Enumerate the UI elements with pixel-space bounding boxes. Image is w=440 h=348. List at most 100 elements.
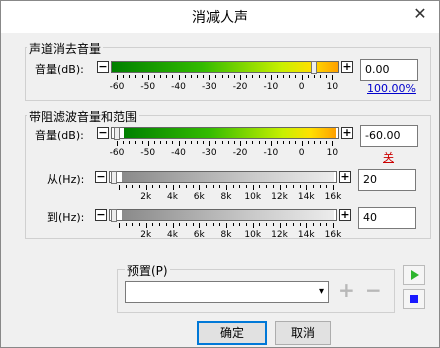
band-volume-label: 音量(dB):	[35, 129, 84, 142]
tick-mark	[119, 223, 120, 228]
tick-mark	[246, 223, 248, 226]
tick-mark	[292, 223, 294, 226]
tick-label: 4k	[167, 230, 178, 240]
tick-mark	[232, 185, 234, 188]
tick-mark	[299, 185, 301, 188]
tick-label: 16k	[324, 192, 342, 202]
tick-mark	[240, 141, 242, 146]
to-hz-input[interactable]: 40	[358, 207, 416, 229]
to-hz-thumb[interactable]	[111, 209, 117, 222]
close-icon[interactable]: ✕	[407, 3, 433, 27]
tick-mark	[178, 141, 180, 146]
tick-mark	[145, 185, 147, 190]
tick-mark	[117, 75, 118, 80]
tick-label: -10	[263, 82, 279, 92]
channel-volume-thumb[interactable]	[311, 61, 318, 74]
to-decrease-button[interactable]: −	[95, 209, 107, 221]
to-hz-label: 到(Hz):	[47, 211, 85, 224]
band-decrease-button[interactable]: −	[97, 127, 109, 139]
tick-mark	[153, 141, 155, 144]
tick-label: -30	[201, 148, 217, 158]
band-volume-thumb[interactable]	[114, 127, 121, 140]
tick-label: 2k	[140, 230, 152, 240]
from-increase-button[interactable]: +	[339, 171, 351, 183]
from-decrease-button[interactable]: −	[95, 171, 107, 183]
tick-mark	[233, 75, 235, 78]
tick-mark	[209, 141, 211, 146]
stop-preview-button[interactable]	[403, 289, 425, 309]
tick-mark	[226, 185, 227, 190]
tick-mark	[192, 223, 194, 226]
tick-mark	[199, 223, 201, 228]
tick-mark	[270, 75, 272, 80]
preset-dropdown[interactable]: ▾	[125, 281, 329, 303]
ok-button[interactable]: 确定	[197, 321, 267, 345]
tick-mark	[132, 185, 134, 188]
stop-icon	[410, 295, 418, 303]
tick-mark	[227, 75, 229, 78]
tick-mark	[326, 141, 328, 144]
tick-mark	[190, 75, 192, 78]
channel-volume-input[interactable]: 0.00	[360, 59, 418, 81]
tick-mark	[215, 75, 217, 78]
to-hz-slider[interactable]	[109, 209, 337, 222]
tick-mark	[199, 185, 201, 190]
tick-mark	[277, 75, 278, 78]
tick-mark	[252, 185, 254, 190]
tick-mark	[239, 223, 241, 226]
tick-mark	[215, 141, 217, 144]
from-hz-slider[interactable]	[109, 171, 337, 184]
tick-label: 10	[326, 82, 339, 92]
from-hz-thumb[interactable]	[111, 171, 117, 184]
add-preset-icon[interactable]: +	[338, 278, 355, 302]
remove-preset-icon[interactable]: −	[365, 278, 382, 302]
tick-mark	[203, 75, 205, 78]
tick-mark	[205, 223, 207, 226]
tick-label: -60	[109, 148, 125, 158]
tick-mark	[219, 223, 221, 226]
tick-label: 10k	[244, 192, 262, 202]
tick-mark	[221, 141, 223, 144]
tick-mark	[246, 75, 248, 78]
tick-label: 10k	[244, 230, 262, 240]
tick-mark	[209, 75, 211, 80]
tick-mark	[221, 75, 223, 78]
tick-mark	[135, 75, 137, 78]
channel-percent-link[interactable]: 100.00%	[367, 82, 416, 95]
tick-mark	[289, 141, 291, 144]
cancel-button[interactable]: 取消	[275, 321, 331, 345]
band-increase-button[interactable]: +	[341, 127, 353, 139]
band-off-link[interactable]: 关	[383, 149, 394, 165]
band-volume-input[interactable]: -60.00	[360, 125, 418, 147]
to-increase-button[interactable]: +	[339, 209, 351, 221]
channel-increase-button[interactable]: +	[341, 61, 353, 73]
tick-mark	[319, 185, 321, 188]
tick-mark	[307, 75, 309, 78]
tick-mark	[299, 223, 301, 226]
tick-mark	[283, 141, 285, 144]
play-preview-button[interactable]	[403, 265, 425, 285]
channel-decrease-button[interactable]: −	[97, 61, 109, 73]
tick-mark	[152, 185, 154, 188]
tick-mark	[219, 185, 221, 188]
tick-mark	[166, 75, 168, 78]
tick-mark	[313, 141, 315, 144]
band-volume-slider[interactable]	[111, 127, 339, 140]
tick-mark	[332, 141, 334, 146]
tick-mark	[283, 75, 285, 78]
tick-label: 8k	[220, 230, 232, 240]
tick-mark	[266, 185, 268, 188]
tick-mark	[307, 141, 309, 144]
tick-mark	[172, 75, 174, 78]
tick-mark	[277, 141, 278, 144]
tick-mark	[184, 141, 186, 144]
tick-mark	[135, 141, 137, 144]
tick-mark	[172, 223, 174, 228]
tick-mark	[190, 141, 192, 144]
preset-label: 预置(P)	[125, 262, 170, 279]
channel-volume-slider[interactable]	[111, 61, 339, 74]
tick-mark	[119, 185, 120, 190]
tick-mark	[184, 75, 186, 78]
tick-mark	[233, 141, 235, 144]
from-hz-input[interactable]: 20	[358, 169, 416, 191]
